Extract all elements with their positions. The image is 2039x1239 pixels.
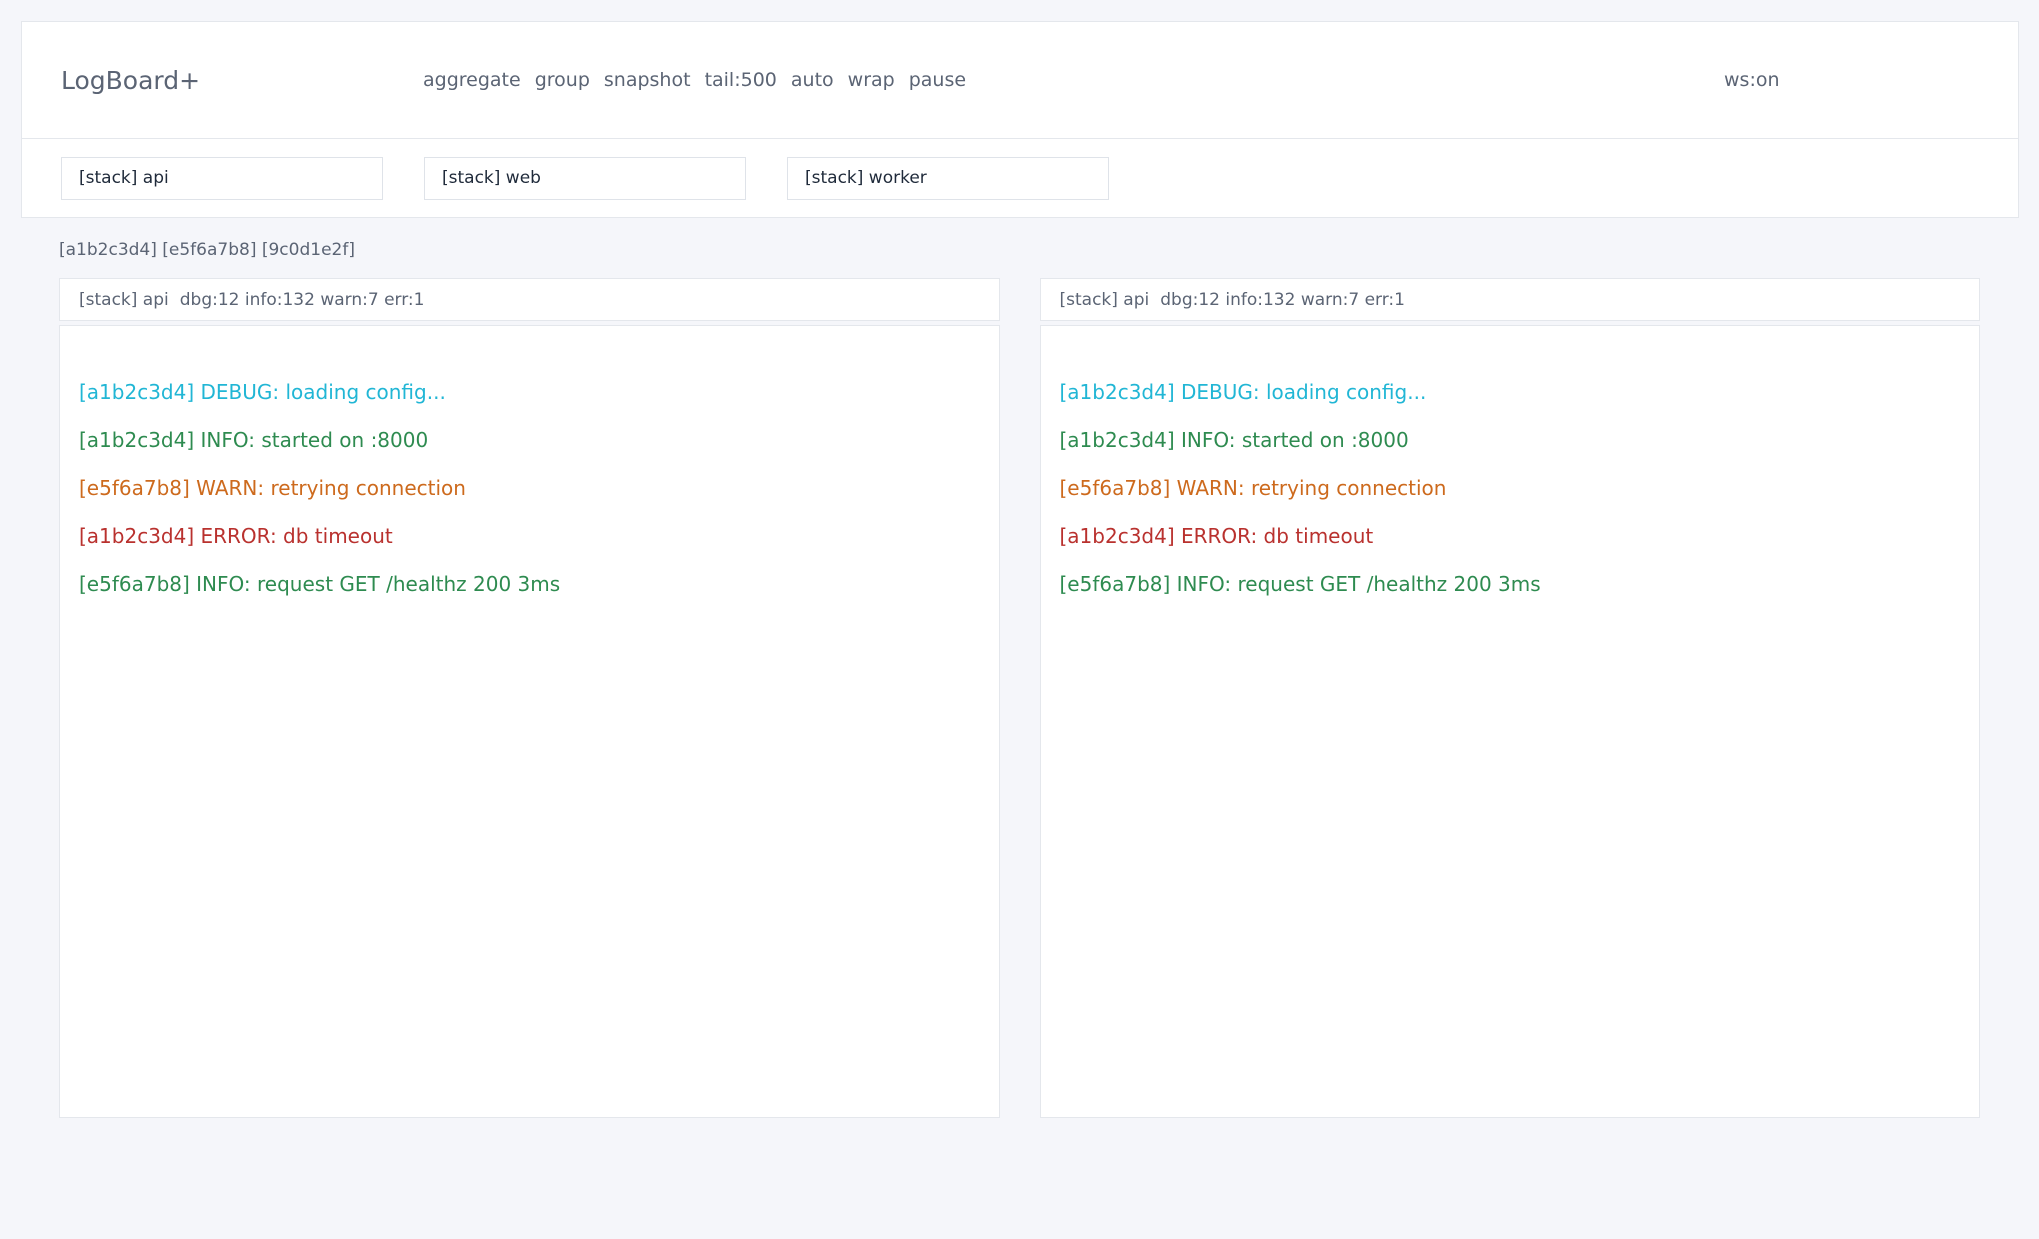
filter-input-2[interactable] bbox=[424, 157, 746, 200]
log-panel-body[interactable]: [a1b2c3d4] DEBUG: loading config...[a1b2… bbox=[1040, 325, 1981, 1118]
log-line: [e5f6a7b8] WARN: retrying connection bbox=[1060, 464, 1962, 512]
session-ids: [a1b2c3d4] [e5f6a7b8] [9c0d1e2f] bbox=[59, 240, 355, 260]
top-card: LogBoard+ aggregate group snapshot tail:500… bbox=[21, 21, 2019, 218]
panel-counts: dbg:12 info:132 warn:7 err:1 bbox=[180, 290, 425, 310]
log-line: [a1b2c3d4] DEBUG: loading config... bbox=[79, 368, 981, 416]
log-panel-2: [stack] apidbg:12 info:132 warn:7 err:1[… bbox=[1040, 278, 1981, 1118]
log-panel-1: [stack] apidbg:12 info:132 warn:7 err:1[… bbox=[59, 278, 1000, 1118]
panels: [stack] apidbg:12 info:132 warn:7 err:1[… bbox=[59, 278, 1980, 1118]
log-line: [a1b2c3d4] ERROR: db timeout bbox=[1060, 512, 1962, 560]
log-line: [e5f6a7b8] WARN: retrying connection bbox=[79, 464, 981, 512]
menu-item-wrap[interactable]: wrap bbox=[848, 69, 895, 91]
toolbar: LogBoard+ aggregate group snapshot tail:500… bbox=[22, 22, 2018, 139]
log-line: [a1b2c3d4] ERROR: db timeout bbox=[79, 512, 981, 560]
menu-item-pause[interactable]: pause bbox=[909, 69, 966, 91]
log-line: [a1b2c3d4] INFO: started on :8000 bbox=[79, 416, 981, 464]
app-title: LogBoard+ bbox=[61, 66, 200, 95]
menu-item-aggregate[interactable]: aggregate bbox=[423, 69, 521, 91]
filter-input-1[interactable] bbox=[61, 157, 383, 200]
ws-status: ws:on bbox=[1724, 22, 1780, 138]
log-panel-header: [stack] api dbg:12 info:132 warn:7 err:1 bbox=[1040, 278, 1981, 321]
menu-item-tail-500[interactable]: tail:500 bbox=[705, 69, 777, 91]
log-line: [a1b2c3d4] DEBUG: loading config... bbox=[1060, 368, 1962, 416]
log-line: [e5f6a7b8] INFO: request GET /healthz 20… bbox=[1060, 560, 1962, 608]
filter-input-3[interactable] bbox=[787, 157, 1109, 200]
menu-item-auto[interactable]: auto bbox=[791, 69, 834, 91]
log-line: [e5f6a7b8] INFO: request GET /healthz 20… bbox=[79, 560, 981, 608]
log-panel-header: [stack] api dbg:12 info:132 warn:7 err:1 bbox=[59, 278, 1000, 321]
panel-counts: dbg:12 info:132 warn:7 err:1 bbox=[1160, 290, 1405, 310]
menu-item-group[interactable]: group bbox=[535, 69, 590, 91]
panel-stack-label: [stack] api bbox=[79, 290, 169, 310]
panel-stack-label: [stack] api bbox=[1060, 290, 1150, 310]
log-panel-body[interactable]: [a1b2c3d4] DEBUG: loading config...[a1b2… bbox=[59, 325, 1000, 1118]
menu-item-snapshot[interactable]: snapshot bbox=[604, 69, 691, 91]
log-line: [a1b2c3d4] INFO: started on :8000 bbox=[1060, 416, 1962, 464]
toolbar-menu: aggregate group snapshot tail:500 auto wrappa… bbox=[423, 22, 966, 138]
filter-bar bbox=[22, 139, 2018, 217]
